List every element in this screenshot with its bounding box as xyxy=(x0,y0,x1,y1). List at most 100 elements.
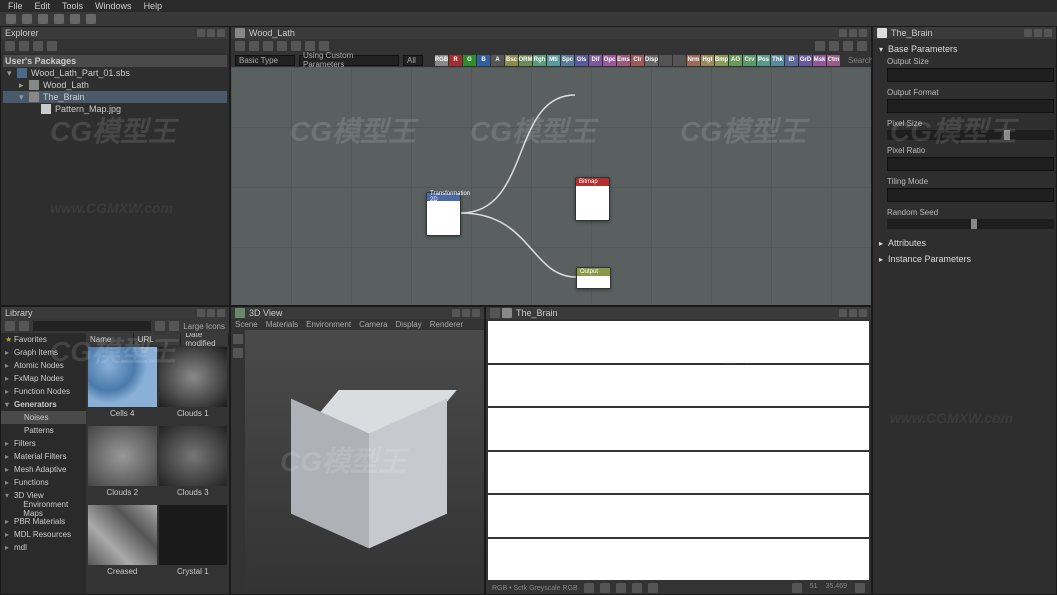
close-icon[interactable] xyxy=(859,309,867,317)
s6-icon[interactable] xyxy=(792,583,802,593)
channel-chip[interactable]: Crv xyxy=(743,55,756,66)
library-category[interactable]: ▸Function Nodes xyxy=(1,385,86,398)
channel-chip[interactable]: Thk xyxy=(771,55,784,66)
library-category[interactable]: ▸FxMap Nodes xyxy=(1,372,86,385)
tree-section[interactable]: User's Packages xyxy=(3,55,227,67)
channel-chip[interactable]: ORM xyxy=(519,55,532,66)
channel-chip[interactable]: RGB xyxy=(435,55,448,66)
opts-icon[interactable] xyxy=(319,41,329,51)
library-category[interactable]: ▸Atomic Nodes xyxy=(1,359,86,372)
sort-icon[interactable] xyxy=(169,321,179,331)
s1-icon[interactable] xyxy=(584,583,594,593)
library-thumb[interactable]: Cells 4 xyxy=(88,347,157,424)
prop-slider[interactable] xyxy=(887,130,1054,140)
select-tool-icon[interactable] xyxy=(233,334,243,344)
channel-chip[interactable]: Msk xyxy=(813,55,826,66)
redo-icon[interactable] xyxy=(86,14,96,24)
channel-chip[interactable]: Spc xyxy=(561,55,574,66)
menu-materials[interactable]: Materials xyxy=(266,320,298,329)
refresh-icon[interactable] xyxy=(33,41,43,51)
library-view-mode[interactable]: Large Icons xyxy=(183,322,225,331)
s2-icon[interactable] xyxy=(600,583,610,593)
play-icon[interactable] xyxy=(19,41,29,51)
graph-node[interactable]: Bitmap xyxy=(575,177,610,221)
channel-chip[interactable]: Dif xyxy=(589,55,602,66)
all-select[interactable]: All xyxy=(403,55,423,66)
maximize-icon[interactable] xyxy=(462,309,470,317)
prop-input[interactable] xyxy=(887,99,1054,113)
float-icon[interactable] xyxy=(839,29,847,37)
float-icon[interactable] xyxy=(1024,29,1032,37)
channel-chip[interactable]: Opc xyxy=(603,55,616,66)
float-icon[interactable] xyxy=(197,29,205,37)
float-icon[interactable] xyxy=(839,309,847,317)
menu-display[interactable]: Display xyxy=(396,320,422,329)
s5-icon[interactable] xyxy=(648,583,658,593)
light-icon[interactable] xyxy=(843,41,853,51)
snap-icon[interactable] xyxy=(249,41,259,51)
col-name[interactable]: Name xyxy=(86,333,134,345)
channel-chip[interactable]: B xyxy=(477,55,490,66)
close-icon[interactable] xyxy=(1044,29,1052,37)
prop-section[interactable]: ▸Instance Parameters xyxy=(875,251,1054,267)
float-icon[interactable] xyxy=(452,309,460,317)
channel-chip[interactable]: Ems xyxy=(617,55,630,66)
col-date[interactable]: Date modified xyxy=(181,333,229,345)
menu-edit[interactable]: Edit xyxy=(35,1,51,11)
close-icon[interactable] xyxy=(217,309,225,317)
tree-item[interactable]: ▾The_Brain xyxy=(3,91,227,103)
float-icon[interactable] xyxy=(197,309,205,317)
channel-chip[interactable]: Bmp xyxy=(715,55,728,66)
align-icon[interactable] xyxy=(263,41,273,51)
channel-chip[interactable]: Clr xyxy=(631,55,644,66)
channel-chip[interactable]: Mtl xyxy=(547,55,560,66)
library-category[interactable]: ▸Mesh Adaptive xyxy=(1,463,86,476)
grid-icon[interactable] xyxy=(235,41,245,51)
sync-icon[interactable] xyxy=(47,41,57,51)
prop-input[interactable] xyxy=(887,157,1054,171)
library-category[interactable]: ▸MDL Resources xyxy=(1,528,86,541)
channel-chip[interactable]: Disp xyxy=(645,55,658,66)
channel-chip[interactable]: A xyxy=(491,55,504,66)
node-graph-canvas[interactable]: Bitmap Transformation 2D Output xyxy=(231,67,871,305)
library-category[interactable]: ▾Generators xyxy=(1,398,86,411)
s3-icon[interactable] xyxy=(616,583,626,593)
library-category[interactable]: ★Favorites xyxy=(1,333,86,346)
library-category[interactable]: ▸Filters xyxy=(1,437,86,450)
prop-input[interactable] xyxy=(887,188,1054,202)
prop-section[interactable]: ▸Attributes xyxy=(875,235,1054,251)
channel-chip[interactable]: Nrm xyxy=(687,55,700,66)
channel-chip[interactable]: Pos xyxy=(757,55,770,66)
new-icon[interactable] xyxy=(6,14,16,24)
basic-type-select[interactable]: Basic Type xyxy=(235,55,295,66)
view2d-viewport[interactable] xyxy=(486,319,871,582)
maximize-icon[interactable] xyxy=(1034,29,1042,37)
library-thumb[interactable]: Clouds 1 xyxy=(159,347,228,424)
menu-scene[interactable]: Scene xyxy=(235,320,258,329)
graph-node[interactable]: Transformation 2D xyxy=(426,192,461,236)
maximize-icon[interactable] xyxy=(207,29,215,37)
saveall-icon[interactable] xyxy=(54,14,64,24)
graph-node[interactable]: Output xyxy=(576,267,611,289)
channel-chip[interactable]: AO xyxy=(729,55,742,66)
menu-environment[interactable]: Environment xyxy=(306,320,351,329)
channel-chip[interactable] xyxy=(673,55,686,66)
open-icon[interactable] xyxy=(22,14,32,24)
tree-item[interactable]: ▸Wood_Lath xyxy=(3,79,227,91)
library-category[interactable]: ▸mdl xyxy=(1,541,86,554)
menu-camera[interactable]: Camera xyxy=(359,320,387,329)
fit-icon[interactable] xyxy=(305,41,315,51)
move-tool-icon[interactable] xyxy=(233,348,243,358)
tree-item[interactable]: ▾Wood_Lath_Part_01.sbs xyxy=(3,67,227,79)
channel-chip[interactable]: G xyxy=(463,55,476,66)
channel-chip[interactable]: GrD xyxy=(799,55,812,66)
s4-icon[interactable] xyxy=(632,583,642,593)
graph-tab[interactable]: Wood_Lath xyxy=(249,28,295,38)
menu-windows[interactable]: Windows xyxy=(95,1,132,11)
channel-chip[interactable]: Bsc xyxy=(505,55,518,66)
close-tab-icon[interactable] xyxy=(490,308,500,318)
library-category[interactable]: ▸Functions xyxy=(1,476,86,489)
back-icon[interactable] xyxy=(5,321,15,331)
s7-icon[interactable] xyxy=(855,583,865,593)
library-thumb[interactable]: Clouds 2 xyxy=(88,426,157,503)
